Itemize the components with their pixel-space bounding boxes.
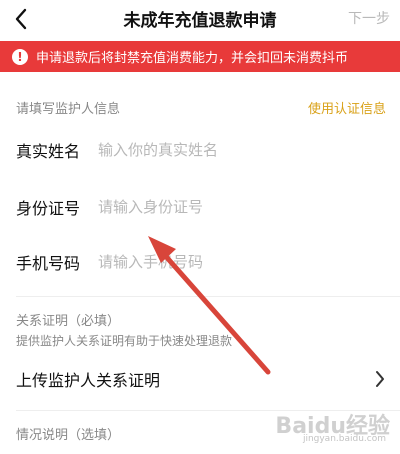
upload-relation-proof-label: 上传监护人关系证明 [16, 371, 161, 390]
divider [16, 296, 400, 297]
relation-proof-label: 关系证明（必填） [16, 314, 121, 329]
phone-row: 手机号码 [0, 240, 400, 284]
exclamation-icon: ! [12, 48, 28, 65]
back-button[interactable] [6, 4, 36, 34]
id-number-input[interactable] [98, 198, 400, 216]
id-row: 身份证号 [0, 185, 400, 229]
page-title: 未成年充值退款申请 [123, 11, 277, 31]
name-label: 真实姓名 [16, 142, 81, 161]
name-row: 真实姓名 [0, 128, 400, 172]
chevron-left-icon [15, 8, 27, 30]
guardian-section-label: 请填写监护人信息 [16, 102, 121, 117]
use-verified-info-link[interactable]: 使用认证信息 [308, 98, 386, 117]
divider [16, 410, 400, 411]
warning-text: 申请退款后将封禁充值消费能力，并会扣回未消费抖币 [36, 51, 349, 66]
next-step-button[interactable]: 下一步 [348, 8, 390, 28]
relation-proof-hint: 提供监护人关系证明有助于快速处理退款 [16, 334, 233, 348]
situation-label: 情况说明（选填） [16, 428, 121, 443]
watermark-url: jingyan.baidu.com [302, 434, 386, 444]
upload-relation-proof-button[interactable]: 上传监护人关系证明 [0, 362, 400, 396]
phone-label: 手机号码 [16, 254, 81, 273]
chevron-right-icon [376, 371, 384, 387]
name-input[interactable] [98, 141, 400, 159]
warning-banner: ! 申请退款后将封禁充值消费能力，并会扣回未消费抖币 [0, 41, 400, 72]
header-bar: 未成年充值退款申请 下一步 [0, 0, 400, 38]
phone-input[interactable] [98, 253, 400, 271]
watermark-logo: Baidu经验 [275, 414, 390, 439]
id-label: 身份证号 [16, 199, 81, 218]
